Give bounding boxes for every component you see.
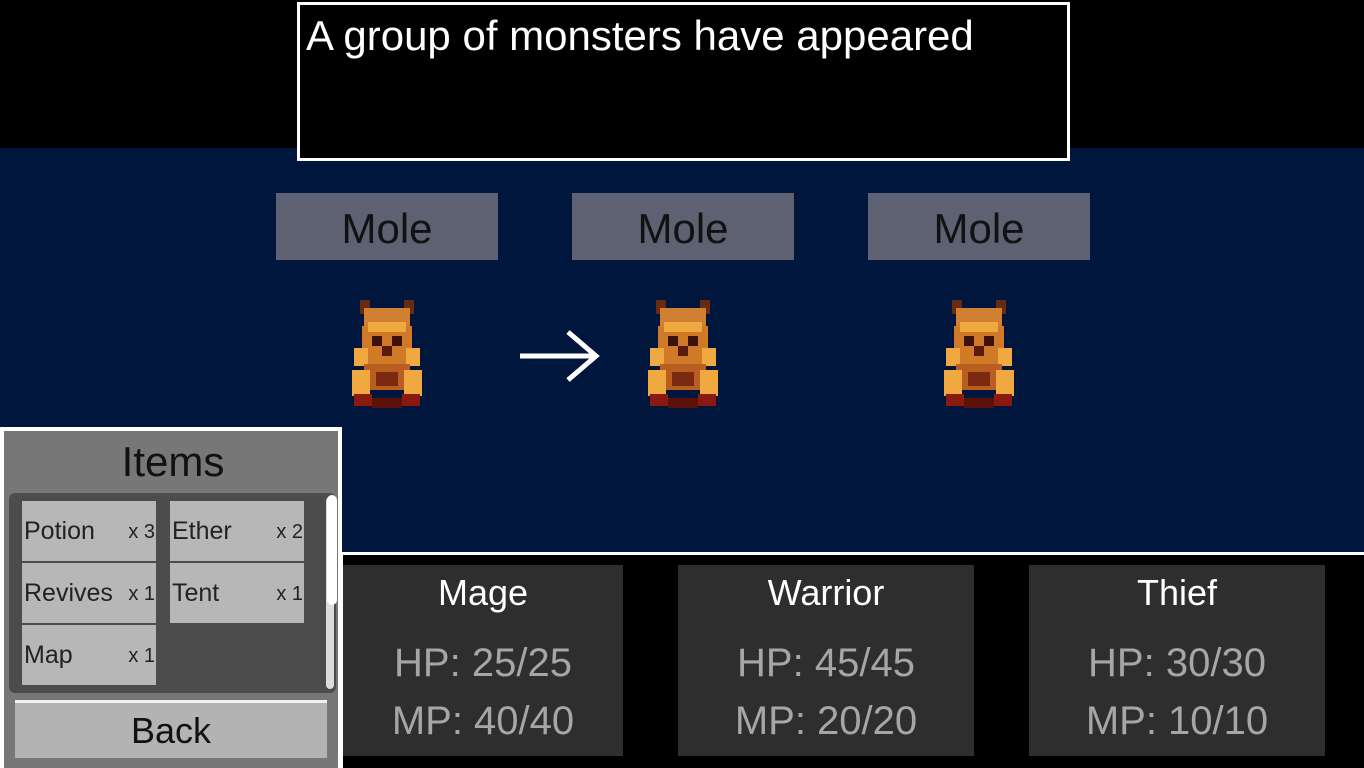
item-name: Tent bbox=[172, 579, 220, 607]
items-list[interactable]: Potion x 3 Ether x 2 Revives x 1 Tent x … bbox=[9, 493, 337, 693]
back-button[interactable]: Back bbox=[15, 700, 327, 758]
mole-sprite-icon[interactable] bbox=[940, 298, 1018, 418]
items-title: Items bbox=[121, 438, 225, 485]
battle-message: A group of monsters have appeared bbox=[306, 12, 974, 59]
enemy-label-2[interactable]: Mole bbox=[572, 193, 794, 260]
item-name: Potion bbox=[24, 517, 95, 545]
party-card-mage: Mage HP: 25/25 MP: 40/40 bbox=[343, 565, 623, 756]
party-card-thief: Thief HP: 30/30 MP: 10/10 bbox=[1029, 565, 1325, 756]
item-revives[interactable]: Revives x 1 bbox=[22, 563, 156, 623]
mole-sprite-icon[interactable] bbox=[348, 298, 426, 418]
character-name: Mage bbox=[437, 572, 529, 613]
character-mp: MP: 40/40 bbox=[391, 699, 575, 743]
character-hp: HP: 30/30 bbox=[1088, 641, 1266, 685]
item-count: x 1 bbox=[128, 583, 155, 605]
message-box: A group of monsters have appeared bbox=[297, 2, 1070, 161]
item-name: Revives bbox=[24, 579, 113, 607]
character-name: Warrior bbox=[767, 572, 885, 613]
item-map[interactable]: Map x 1 bbox=[22, 625, 156, 685]
enemy-label-3[interactable]: Mole bbox=[868, 193, 1090, 260]
character-hp: HP: 25/25 bbox=[394, 641, 572, 685]
item-name: Map bbox=[24, 641, 73, 669]
item-count: x 1 bbox=[128, 645, 155, 667]
item-tent[interactable]: Tent x 1 bbox=[170, 563, 304, 623]
item-count: x 3 bbox=[128, 521, 155, 543]
character-mp: MP: 10/10 bbox=[1085, 699, 1269, 743]
item-count: x 2 bbox=[276, 521, 303, 543]
items-panel-body: Items Potion x 3 Ether x 2 Revives x 1 T… bbox=[4, 431, 338, 768]
character-name: Thief bbox=[1136, 572, 1218, 613]
item-potion[interactable]: Potion x 3 bbox=[22, 501, 156, 561]
items-panel: Items Potion x 3 Ether x 2 Revives x 1 T… bbox=[0, 427, 342, 768]
target-arrow-icon bbox=[520, 330, 600, 382]
enemy-label-1[interactable]: Mole bbox=[276, 193, 498, 260]
items-scrollbar-thumb[interactable] bbox=[327, 495, 337, 605]
party-card-warrior: Warrior HP: 45/45 MP: 20/20 bbox=[678, 565, 974, 756]
character-mp: MP: 20/20 bbox=[734, 699, 918, 743]
mole-sprite-icon[interactable] bbox=[644, 298, 722, 418]
item-ether[interactable]: Ether x 2 bbox=[170, 501, 304, 561]
character-hp: HP: 45/45 bbox=[737, 641, 915, 685]
item-name: Ether bbox=[172, 517, 232, 545]
item-count: x 1 bbox=[276, 583, 303, 605]
